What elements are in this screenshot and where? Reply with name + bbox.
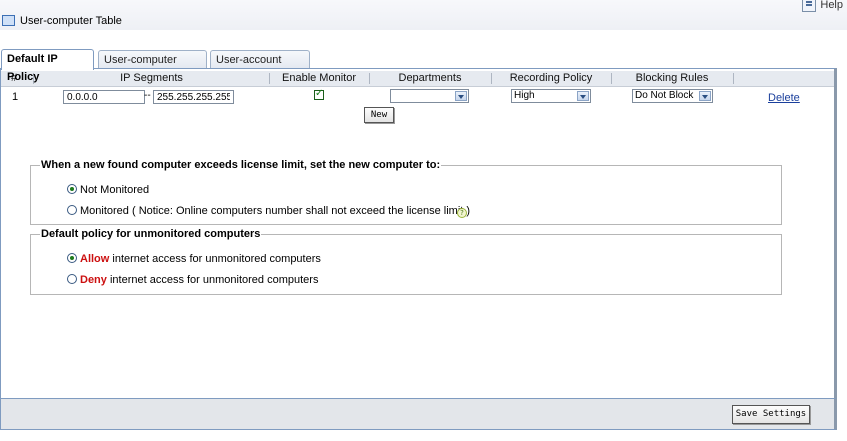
row-index: 1 [12,91,19,103]
blocking-rules-select[interactable]: Do Not Block [632,89,713,103]
col-header-ip-segments: IP Segments [120,72,183,84]
help-label: Help [820,0,843,11]
recording-policy-value: High [514,90,535,101]
deny-option: Deny internet access for unmonitored com… [80,274,318,286]
col-header-departments: Departments [398,72,462,84]
save-settings-button[interactable]: Save Settings [732,405,810,424]
window-icon [2,15,15,26]
delete-link[interactable]: Delete [768,92,800,104]
chevron-down-icon [699,91,711,101]
column-divider [733,73,734,84]
col-header-blocking-rules: Blocking Rules [635,72,709,84]
monitored-radio[interactable] [67,205,77,215]
window-title: User-computer Table [20,15,122,27]
col-header-recording-policy: Recording Policy [509,72,593,84]
tab-user-computer-table[interactable]: User-computer Table [98,50,207,84]
departments-select[interactable] [390,89,469,103]
unmonitored-policy-legend: Default policy for unmonitored computers [40,228,262,240]
deny-description: internet access for unmonitored computer… [106,274,319,286]
chevron-down-icon [577,91,589,101]
col-header-enable-monitor: Enable Monitor [282,72,356,84]
allow-option: Allow internet access for unmonitored co… [80,253,321,265]
not-monitored-label: Not Monitored [80,184,150,196]
deny-radio[interactable] [67,274,77,284]
not-monitored-radio[interactable] [67,184,77,194]
blocking-rules-value: Do Not Block [635,90,694,101]
help-link[interactable]: Help [802,0,843,12]
deny-keyword: Deny [80,274,107,286]
tab-default-ip-policy[interactable]: Default IP Policy [1,49,94,83]
allow-keyword: Allow [80,253,110,265]
recording-policy-select[interactable]: High [511,89,591,103]
top-bar [0,0,847,30]
allow-radio[interactable] [67,253,77,263]
tab-user-account-table[interactable]: User-account Table [210,50,310,84]
allow-description: internet access for unmonitored computer… [109,253,321,265]
bottom-bar [0,398,837,430]
enable-monitor-checkbox[interactable] [314,88,324,100]
chevron-down-icon [455,91,467,101]
monitored-label: Monitored ( Notice: Online computers num… [80,205,471,217]
ip-end-input[interactable] [153,90,234,104]
new-button[interactable]: New [364,107,394,123]
range-separator: -- [144,90,151,101]
question-icon[interactable]: ? [457,208,467,218]
license-limit-legend: When a new found computer exceeds licens… [40,159,442,171]
help-icon [802,0,817,12]
ip-start-input[interactable] [63,90,145,104]
